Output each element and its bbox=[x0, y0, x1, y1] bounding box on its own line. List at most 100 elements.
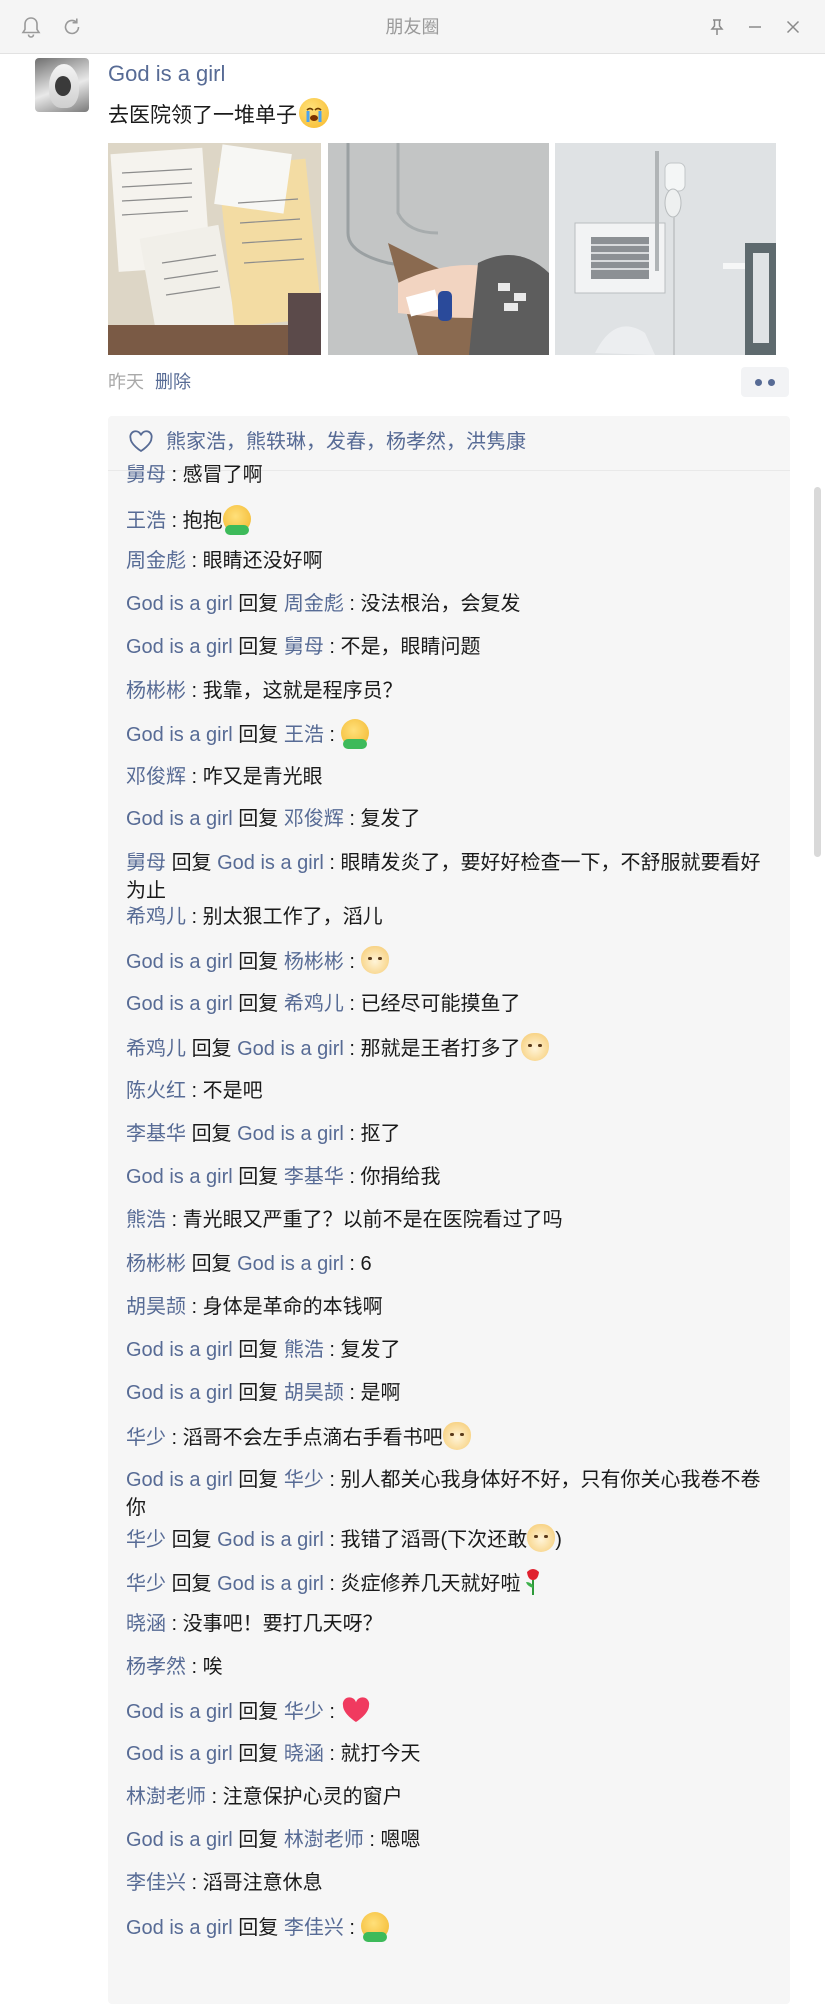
comment-row[interactable]: God is a girl 回复 舅母 : 不是，眼睛问题 bbox=[126, 633, 766, 661]
comment-row[interactable]: 周金彪 : 眼睛还没好啊 bbox=[126, 547, 766, 575]
comment-reply-to[interactable]: God is a girl bbox=[217, 852, 324, 874]
comment-row[interactable]: God is a girl 回复 杨彬彬 : bbox=[126, 946, 766, 976]
comment-reply-to[interactable]: 希鸡儿 bbox=[284, 993, 344, 1015]
comment-author[interactable]: 希鸡儿 bbox=[126, 1038, 186, 1060]
comment-author[interactable]: 华少 bbox=[126, 1573, 166, 1595]
comment-row[interactable]: God is a girl 回复 李佳兴 : bbox=[126, 1912, 766, 1942]
comment-reply-to[interactable]: 林澍老师 bbox=[284, 1829, 364, 1851]
comment-reply-to[interactable]: God is a girl bbox=[217, 1573, 324, 1595]
delete-link[interactable]: 删除 bbox=[155, 368, 191, 396]
scrollbar-thumb[interactable] bbox=[814, 487, 821, 857]
comment-reply-to[interactable]: 熊浩 bbox=[284, 1339, 324, 1361]
comment-row[interactable]: 华少 : 滔哥不会左手点滴右手看书吧 bbox=[126, 1422, 766, 1452]
comment-author[interactable]: God is a girl bbox=[126, 724, 233, 746]
comment-author[interactable]: 李基华 bbox=[126, 1123, 186, 1145]
comment-author[interactable]: 周金彪 bbox=[126, 550, 186, 572]
comment-row[interactable]: God is a girl 回复 王浩 : bbox=[126, 719, 766, 749]
comment-row[interactable]: 杨孝然 : 唉 bbox=[126, 1653, 766, 1681]
comment-author[interactable]: 华少 bbox=[126, 1427, 166, 1449]
comment-author[interactable]: 杨彬彬 bbox=[126, 680, 186, 702]
comment-reply-to[interactable]: 晓涵 bbox=[284, 1743, 324, 1765]
comment-row[interactable]: God is a girl 回复 华少 : bbox=[126, 1696, 766, 1726]
comment-row[interactable]: God is a girl 回复 李基华 : 你捐给我 bbox=[126, 1163, 766, 1191]
comment-reply-to[interactable]: 华少 bbox=[284, 1469, 324, 1491]
comment-reply-to[interactable]: 杨彬彬 bbox=[284, 951, 344, 973]
minimize-icon[interactable] bbox=[741, 13, 769, 41]
comment-row[interactable]: God is a girl 回复 邓俊辉 : 复发了 bbox=[126, 805, 766, 833]
comment-author[interactable]: God is a girl bbox=[126, 1829, 233, 1851]
comment-reply-to[interactable]: God is a girl bbox=[237, 1123, 344, 1145]
comment-author[interactable]: 希鸡儿 bbox=[126, 906, 186, 928]
comment-reply-to[interactable]: 李基华 bbox=[284, 1166, 344, 1188]
more-options-button[interactable] bbox=[741, 367, 789, 397]
comment-author[interactable]: 杨孝然 bbox=[126, 1656, 186, 1678]
comment-row[interactable]: 杨彬彬 : 我靠，这就是程序员？ bbox=[126, 677, 766, 705]
comment-row[interactable]: 熊浩 : 青光眼又严重了？以前不是在医院看过了吗 bbox=[126, 1206, 766, 1234]
post-photo-iv-ceiling[interactable] bbox=[555, 143, 776, 355]
comment-reply-to[interactable]: 邓俊辉 bbox=[284, 808, 344, 830]
comment-reply-to[interactable]: 王浩 bbox=[284, 724, 324, 746]
comment-author[interactable]: God is a girl bbox=[126, 1469, 233, 1491]
comment-row[interactable]: God is a girl 回复 胡昊颉 : 是啊 bbox=[126, 1379, 766, 1407]
comment-author[interactable]: 熊浩 bbox=[126, 1209, 166, 1231]
comment-row[interactable]: 希鸡儿 : 别太狠工作了，滔儿 bbox=[126, 903, 766, 931]
comment-row[interactable]: God is a girl 回复 熊浩 : 复发了 bbox=[126, 1336, 766, 1364]
comment-row[interactable]: God is a girl 回复 希鸡儿 : 已经尽可能摸鱼了 bbox=[126, 990, 766, 1018]
comment-reply-to[interactable]: God is a girl bbox=[217, 1529, 324, 1551]
comment-row[interactable]: 陈火红 : 不是吧 bbox=[126, 1077, 766, 1105]
comment-author[interactable]: 胡昊颉 bbox=[126, 1296, 186, 1318]
post-photo-documents[interactable] bbox=[108, 143, 321, 355]
likes-names[interactable]: 熊家浩，熊轶琳，发春，杨孝然，洪隽康 bbox=[166, 422, 526, 462]
comment-row[interactable]: 舅母 : 感冒了啊 bbox=[126, 461, 766, 489]
pin-icon[interactable] bbox=[703, 13, 731, 41]
comment-author[interactable]: God is a girl bbox=[126, 1382, 233, 1404]
comment-row[interactable]: 华少 回复 God is a girl : 我错了滔哥(下次还敢) bbox=[126, 1524, 766, 1554]
comment-row[interactable]: 晓涵 : 没事吧！要打几天呀？ bbox=[126, 1610, 766, 1638]
comment-author[interactable]: 李佳兴 bbox=[126, 1872, 186, 1894]
comment-author[interactable]: 晓涵 bbox=[126, 1613, 166, 1635]
avatar[interactable] bbox=[35, 58, 89, 112]
post-photo-infusion-arm[interactable] bbox=[328, 143, 549, 355]
comment-author[interactable]: 舅母 bbox=[126, 464, 166, 486]
comment-row[interactable]: God is a girl 回复 晓涵 : 就打今天 bbox=[126, 1740, 766, 1768]
close-icon[interactable] bbox=[779, 13, 807, 41]
comment-author[interactable]: 邓俊辉 bbox=[126, 766, 186, 788]
comment-row[interactable]: 希鸡儿 回复 God is a girl : 那就是王者打多了 bbox=[126, 1033, 766, 1063]
comment-row[interactable]: 舅母 回复 God is a girl : 眼睛发炎了，要好好检查一下，不舒服就… bbox=[126, 849, 766, 905]
comment-author[interactable]: 华少 bbox=[126, 1529, 166, 1551]
comment-author[interactable]: God is a girl bbox=[126, 808, 233, 830]
comment-author[interactable]: God is a girl bbox=[126, 593, 233, 615]
comment-author[interactable]: 王浩 bbox=[126, 510, 166, 532]
comment-reply-to[interactable]: 胡昊颉 bbox=[284, 1382, 344, 1404]
comment-author[interactable]: 陈火红 bbox=[126, 1080, 186, 1102]
comment-row[interactable]: 胡昊颉 : 身体是革命的本钱啊 bbox=[126, 1293, 766, 1321]
comment-author[interactable]: God is a girl bbox=[126, 1339, 233, 1361]
comment-row[interactable]: God is a girl 回复 周金彪 : 没法根治，会复发 bbox=[126, 590, 766, 618]
comment-author[interactable]: 林澍老师 bbox=[126, 1786, 206, 1808]
comment-row[interactable]: God is a girl 回复 华少 : 别人都关心我身体好不好，只有你关心我… bbox=[126, 1466, 766, 1522]
comment-author[interactable]: 杨彬彬 bbox=[126, 1253, 186, 1275]
comment-row[interactable]: 林澍老师 : 注意保护心灵的窗户 bbox=[126, 1783, 766, 1811]
comment-reply-to[interactable]: 华少 bbox=[284, 1701, 324, 1723]
comment-author[interactable]: God is a girl bbox=[126, 951, 233, 973]
comment-author[interactable]: God is a girl bbox=[126, 993, 233, 1015]
comment-author[interactable]: God is a girl bbox=[126, 1743, 233, 1765]
comment-author[interactable]: God is a girl bbox=[126, 1701, 233, 1723]
comment-reply-to[interactable]: 周金彪 bbox=[284, 593, 344, 615]
comment-reply-to[interactable]: God is a girl bbox=[237, 1038, 344, 1060]
scrollbar[interactable] bbox=[810, 54, 825, 2004]
comment-author[interactable]: God is a girl bbox=[126, 1166, 233, 1188]
comment-reply-to[interactable]: 李佳兴 bbox=[284, 1917, 344, 1939]
comment-author[interactable]: God is a girl bbox=[126, 636, 233, 658]
comment-row[interactable]: God is a girl 回复 林澍老师 : 嗯嗯 bbox=[126, 1826, 766, 1854]
comment-row[interactable]: 王浩 : 抱抱 bbox=[126, 505, 766, 535]
post-author[interactable]: God is a girl bbox=[108, 58, 225, 90]
comment-author[interactable]: God is a girl bbox=[126, 1917, 233, 1939]
comment-row[interactable]: 李佳兴 : 滔哥注意休息 bbox=[126, 1869, 766, 1897]
comment-row[interactable]: 李基华 回复 God is a girl : 抠了 bbox=[126, 1120, 766, 1148]
comment-reply-to[interactable]: 舅母 bbox=[284, 636, 324, 658]
comment-row[interactable]: 华少 回复 God is a girl : 炎症修养几天就好啦 bbox=[126, 1566, 766, 1598]
comment-reply-to[interactable]: God is a girl bbox=[237, 1253, 344, 1275]
comment-row[interactable]: 邓俊辉 : 咋又是青光眼 bbox=[126, 763, 766, 791]
comment-author[interactable]: 舅母 bbox=[126, 852, 166, 874]
